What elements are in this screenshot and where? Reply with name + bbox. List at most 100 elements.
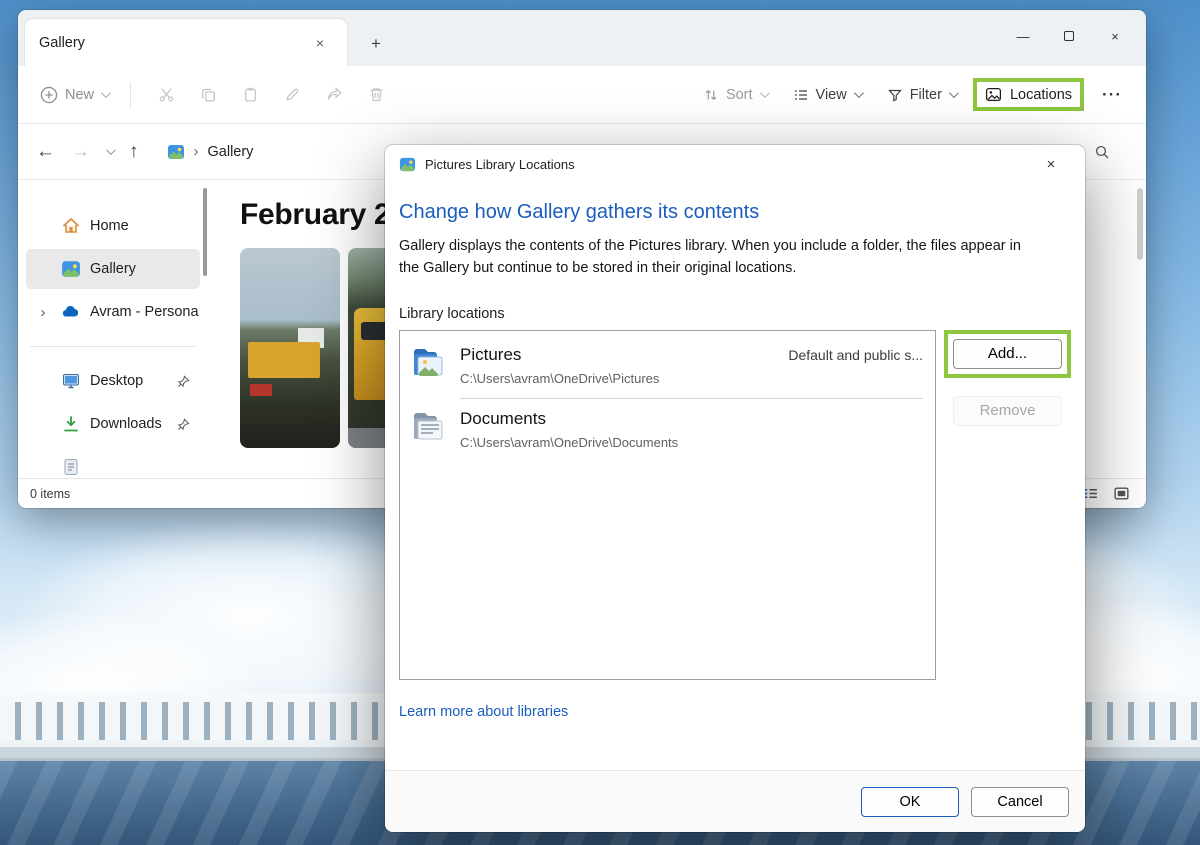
rename-button[interactable]	[271, 86, 313, 103]
content-scrollbar[interactable]	[1137, 188, 1143, 260]
cancel-button[interactable]: Cancel	[971, 787, 1069, 817]
toolbar-right-group: Sort View Filte	[694, 78, 1132, 111]
location-path: C:\Users\avram\OneDrive\Documents	[460, 435, 923, 450]
pin-icon	[177, 375, 190, 388]
breadcrumb[interactable]: › Gallery	[167, 143, 254, 161]
add-button[interactable]: Add...	[953, 339, 1062, 369]
locations-button[interactable]: Locations	[985, 86, 1072, 103]
view-button[interactable]: View	[784, 81, 870, 109]
ok-button[interactable]: OK	[861, 787, 959, 817]
sidebar-item-gallery[interactable]: Gallery	[26, 249, 200, 289]
pin-icon	[177, 418, 190, 431]
sidebar-item-desktop[interactable]: Desktop	[26, 361, 200, 401]
sort-label: Sort	[726, 87, 753, 103]
chevron-down-icon	[759, 88, 769, 98]
annotation-highlight-add: Add...	[944, 330, 1071, 378]
annotation-highlight-locations: Locations	[973, 78, 1084, 111]
photo-thumbnail[interactable]	[240, 248, 340, 448]
recent-locations-chevron[interactable]	[106, 145, 116, 155]
new-button-label: New	[65, 87, 94, 103]
sort-icon	[703, 87, 719, 103]
search-icon[interactable]	[1094, 144, 1110, 160]
toolbar-divider	[130, 82, 131, 108]
sidebar-item-downloads[interactable]: Downloads	[26, 404, 200, 444]
dialog-description: Gallery displays the contents of the Pic…	[399, 236, 1035, 280]
dialog-button-column: Add... Remove	[944, 330, 1071, 680]
learn-more-link[interactable]: Learn more about libraries	[399, 704, 568, 720]
filter-button[interactable]: Filter	[878, 81, 965, 109]
explorer-toolbar: New	[18, 66, 1146, 124]
view-toggles	[1082, 485, 1130, 502]
plus-circle-icon	[40, 86, 58, 104]
items-count: 0 items	[30, 487, 70, 501]
tab-gallery[interactable]: Gallery ×	[24, 18, 348, 66]
location-name: Pictures	[460, 345, 521, 365]
sidebar-item-onedrive[interactable]: › Avram - Persona	[26, 292, 200, 332]
sidebar-item-label: Downloads	[90, 416, 162, 432]
close-button[interactable]: ×	[1092, 10, 1138, 62]
minimize-button[interactable]: —	[1000, 10, 1046, 62]
location-note: Default and public s...	[788, 347, 923, 363]
sort-button[interactable]: Sort	[694, 81, 776, 109]
dialog-titlebar[interactable]: Pictures Library Locations ×	[385, 145, 1085, 183]
library-location-row-documents[interactable]: Documents C:\Users\avram\OneDrive\Docume…	[400, 399, 935, 462]
up-button[interactable]: ↑	[129, 141, 139, 163]
document-icon	[61, 457, 81, 477]
documents-folder-icon	[412, 411, 450, 462]
locations-label: Locations	[1010, 87, 1072, 103]
sidebar-item-partial[interactable]	[26, 447, 200, 478]
library-locations-label: Library locations	[399, 306, 1071, 322]
view-label: View	[816, 87, 847, 103]
back-button[interactable]: ←	[36, 141, 55, 163]
desktop-monitor-icon	[61, 371, 81, 391]
picture-icon	[985, 86, 1002, 103]
library-locations-list: Pictures Default and public s... C:\User…	[399, 330, 936, 680]
copy-button[interactable]	[187, 86, 229, 103]
sidebar-divider	[30, 346, 196, 347]
location-path: C:\Users\avram\OneDrive\Pictures	[460, 371, 923, 386]
maximize-icon	[1064, 31, 1074, 41]
new-button[interactable]: New	[32, 80, 116, 110]
chevron-down-icon	[949, 88, 959, 98]
library-location-row-pictures[interactable]: Pictures Default and public s... C:\User…	[400, 335, 935, 399]
gallery-icon	[167, 143, 185, 161]
more-options-button[interactable]: ···	[1092, 81, 1132, 109]
tab-title: Gallery	[39, 35, 85, 51]
delete-button[interactable]	[355, 86, 397, 103]
new-tab-button[interactable]: +	[364, 34, 388, 54]
sidebar-item-label: Gallery	[90, 261, 136, 277]
dialog-close-icon[interactable]: ×	[1031, 149, 1071, 179]
downloads-icon	[61, 414, 81, 434]
dialog-footer: OK Cancel	[385, 770, 1085, 832]
chevron-down-icon	[101, 88, 111, 98]
forward-button[interactable]: →	[71, 141, 90, 163]
chevron-down-icon	[854, 88, 864, 98]
sidebar-item-home[interactable]: Home	[26, 206, 200, 246]
tab-close-icon[interactable]: ×	[307, 30, 333, 56]
thumbnail-view-icon[interactable]	[1113, 485, 1130, 502]
maximize-button[interactable]	[1046, 10, 1092, 62]
explorer-titlebar[interactable]: Gallery × + — ×	[18, 10, 1146, 66]
sidebar: Home Gallery › Avram - Pers	[18, 180, 208, 478]
pictures-folder-icon	[412, 347, 450, 399]
breadcrumb-gallery[interactable]: Gallery	[208, 144, 254, 160]
dialog-body: Change how Gallery gathers its contents …	[385, 183, 1085, 770]
sidebar-scrollbar[interactable]	[203, 188, 207, 276]
dialog-heading: Change how Gallery gathers its contents	[399, 201, 1071, 224]
breadcrumb-separator: ›	[194, 143, 199, 160]
share-button[interactable]	[313, 86, 355, 103]
view-icon	[793, 87, 809, 103]
remove-button[interactable]: Remove	[953, 396, 1062, 426]
onedrive-cloud-icon	[61, 302, 81, 322]
sidebar-item-label: Avram - Persona	[90, 304, 199, 320]
home-icon	[61, 216, 81, 236]
pictures-library-icon	[399, 156, 416, 173]
pictures-library-locations-dialog: Pictures Library Locations × Change how …	[385, 145, 1085, 832]
cut-button[interactable]	[145, 86, 187, 103]
filter-icon	[887, 87, 903, 103]
expand-chevron-icon[interactable]: ›	[34, 304, 52, 321]
paste-button[interactable]	[229, 86, 271, 103]
location-name: Documents	[460, 409, 546, 429]
sidebar-item-label: Home	[90, 218, 129, 234]
filter-label: Filter	[910, 87, 942, 103]
